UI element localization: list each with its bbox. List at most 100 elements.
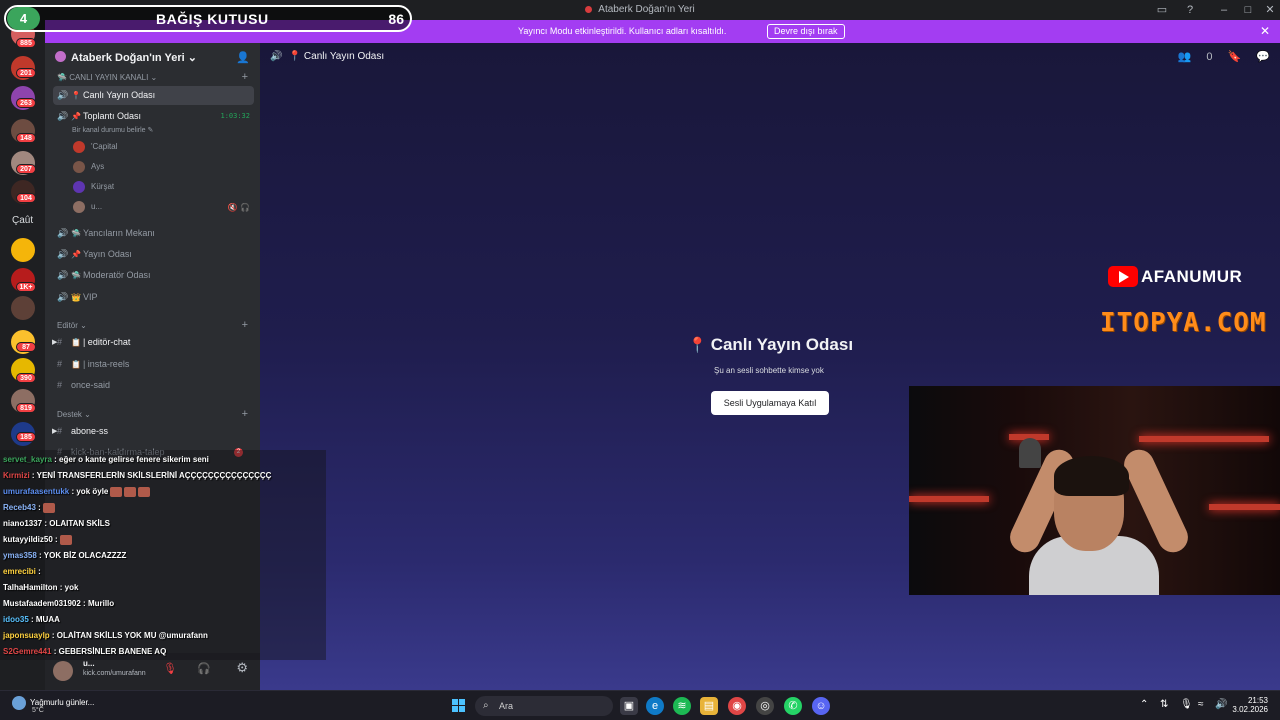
- category-live[interactable]: 🛸 CANLI YAYIN KANALI ⌄: [57, 73, 157, 82]
- chat-message: japonsuaylp : OLAİTAN SKİLLS YOK MU @umu…: [3, 631, 208, 640]
- speaker-icon: 🔊: [57, 90, 69, 100]
- channel-abone-ss[interactable]: ▶ # abone-ss: [52, 422, 254, 441]
- chat-message: niano1337 : OLAITAN SKİLS: [3, 519, 110, 528]
- avatar: [73, 180, 85, 193]
- channel-toplanti-odasi[interactable]: 🔊 📌 Toplantı Odası 1:03:32: [53, 107, 254, 126]
- server-icon[interactable]: [11, 296, 35, 320]
- server-mention-badge: 819: [16, 403, 36, 413]
- lamp: [1019, 438, 1041, 468]
- wifi-icon[interactable]: ≈: [1198, 699, 1204, 710]
- spotify-icon[interactable]: ≋: [673, 697, 691, 715]
- mic-icon[interactable]: 🎙: [1180, 699, 1193, 710]
- hashtag-icon: #: [57, 359, 63, 369]
- channel-once-said[interactable]: # once-said: [53, 376, 254, 395]
- whatsapp-icon[interactable]: ✆: [784, 697, 802, 715]
- server-mention-badge: 87: [16, 342, 36, 352]
- tray-overflow-icon[interactable]: ⌃: [1140, 699, 1148, 710]
- banner-close-icon[interactable]: ✕: [1260, 24, 1270, 38]
- clock[interactable]: 21:53 3.02.2026: [1232, 696, 1268, 714]
- chat-message: emrecibi :: [3, 567, 41, 576]
- maximize-button[interactable]: □: [1238, 2, 1258, 18]
- channel-header: 🔊 📍 Canlı Yayın Odası: [270, 51, 385, 62]
- emote: [59, 535, 72, 545]
- server-mention-badge: 390: [16, 373, 36, 383]
- gear-icon[interactable]: ⚙: [236, 660, 248, 676]
- members-icon[interactable]: 👥 0: [1178, 51, 1213, 63]
- start-button[interactable]: [452, 699, 466, 713]
- donation-box: 4 BAĞIŞ KUTUSU 86: [4, 5, 412, 32]
- server-mention-badge: 185: [16, 432, 36, 442]
- donation-title: BAĞIŞ KUTUSU: [156, 11, 269, 27]
- banner-text: Yayıncı Modu etkinleştirildi. Kullanıcı …: [518, 26, 727, 36]
- category-editor[interactable]: Editör ⌄: [57, 321, 87, 330]
- voice-user[interactable]: u...: [73, 199, 102, 215]
- chat-icon[interactable]: 💬: [1256, 51, 1270, 63]
- create-channel-icon[interactable]: +: [242, 319, 248, 331]
- taskbar-search[interactable]: ⌕ Ara: [475, 696, 613, 716]
- volume-icon[interactable]: 🔊: [1215, 699, 1227, 710]
- page-title: 📍 Canlı Yayın Odası: [688, 335, 854, 354]
- server-avatar-icon: [55, 51, 66, 62]
- server-mention-badge: 263: [16, 98, 36, 108]
- channel-yayin-odasi[interactable]: 🔊 📌 Yayın Odası: [53, 245, 254, 264]
- voice-user[interactable]: Kürşat: [73, 179, 114, 195]
- stream-chat-overlay: servet_kayra : eğer o kante gelirse fene…: [0, 450, 326, 660]
- username[interactable]: u...: [83, 659, 95, 668]
- channel-editor-chat[interactable]: ▶ # 📋 | editör-chat: [52, 333, 254, 352]
- channel-canli-yayin-odasi[interactable]: 🔊 📍 Canlı Yayın Odası: [53, 86, 254, 105]
- speaker-icon: 🔊: [57, 292, 69, 302]
- channel-insta-reels[interactable]: # 📋 | insta-reels: [53, 355, 254, 374]
- close-window-button[interactable]: ✕: [1260, 2, 1280, 18]
- avatar[interactable]: [53, 661, 73, 681]
- donation-count: 86: [388, 11, 404, 27]
- network-icon[interactable]: ⇅: [1160, 699, 1168, 710]
- minimize-button[interactable]: –: [1214, 2, 1234, 18]
- speaker-icon: 🔊: [57, 228, 69, 238]
- create-channel-icon[interactable]: +: [242, 71, 248, 83]
- discord-icon[interactable]: ☺: [812, 697, 830, 715]
- inbox-icon[interactable]: ▭: [1152, 2, 1172, 18]
- category-support[interactable]: Destek ⌄: [57, 410, 91, 419]
- server-mention-badge: 1K+: [16, 282, 36, 292]
- chrome-icon[interactable]: ◉: [728, 697, 746, 715]
- create-channel-icon[interactable]: +: [242, 408, 248, 420]
- chat-message: S2Gemre441 : GEBERSİNLER BANENE AQ: [3, 647, 167, 656]
- chat-message: Mustafaadem031902 : Murillo: [3, 599, 115, 608]
- chat-message: Kırmizi : YENİ TRANSFERLERİN SKİLSLERİNİ…: [3, 471, 272, 480]
- channel-yancilarin-mekani[interactable]: 🔊 🛸 Yancıların Mekanı: [53, 224, 254, 243]
- shelf-light: [1209, 504, 1280, 510]
- task-view-icon[interactable]: ▣: [620, 697, 638, 715]
- webcam-feed: [909, 386, 1280, 595]
- server-folder-label[interactable]: Çaût: [12, 215, 33, 226]
- speaker-icon: 🔊: [57, 270, 69, 280]
- chat-message: idoo35 : MUAA: [3, 615, 60, 624]
- voice-timer: 1:03:32: [220, 112, 250, 120]
- weather-widget[interactable]: Yağmurlu günler... 5°C: [12, 696, 94, 714]
- channel-status[interactable]: Bir kanal durumu belirle ✎: [72, 126, 153, 134]
- emote: [110, 487, 123, 497]
- server-header[interactable]: Ataberk Doğan'ın Yeri ⌄: [55, 51, 197, 64]
- file-explorer-icon[interactable]: ▤: [700, 697, 718, 715]
- mic-muted-icon[interactable]: 🎙: [163, 662, 177, 675]
- voice-user[interactable]: 'Capital: [73, 139, 117, 155]
- channel-vip[interactable]: 🔊 👑 VIP: [53, 288, 254, 307]
- help-icon[interactable]: ?: [1180, 2, 1200, 18]
- obs-icon[interactable]: ◎: [756, 697, 774, 715]
- voice-user[interactable]: Ays: [73, 159, 104, 175]
- edge-icon[interactable]: e: [646, 697, 664, 715]
- speaker-icon: 🔊: [270, 51, 283, 62]
- bookmark-icon[interactable]: 🔖: [1228, 51, 1242, 63]
- join-voice-button[interactable]: Sesli Uygulamaya Katıl: [711, 391, 829, 415]
- header-toolbar: 👥 0 🔖 💬: [1166, 50, 1270, 63]
- headphones-muted-icon[interactable]: 🎧: [197, 662, 211, 675]
- chat-message: servet_kayra : eğer o kante gelirse fene…: [3, 455, 209, 464]
- disable-streamer-mode-button[interactable]: Devre dışı bırak: [767, 24, 845, 39]
- channel-moderator-odasi[interactable]: 🔊 🛸 Moderatör Odası: [53, 266, 254, 285]
- invite-people-icon[interactable]: 👤: [236, 51, 250, 64]
- server-mention-badge: 104: [16, 193, 36, 203]
- server-mention-badge: 207: [16, 164, 36, 174]
- avatar: [73, 160, 85, 173]
- server-icon[interactable]: [11, 238, 35, 262]
- emote: [138, 487, 151, 497]
- chat-message: ymas358 : YOK BİZ OLACAZZZZ: [3, 551, 127, 560]
